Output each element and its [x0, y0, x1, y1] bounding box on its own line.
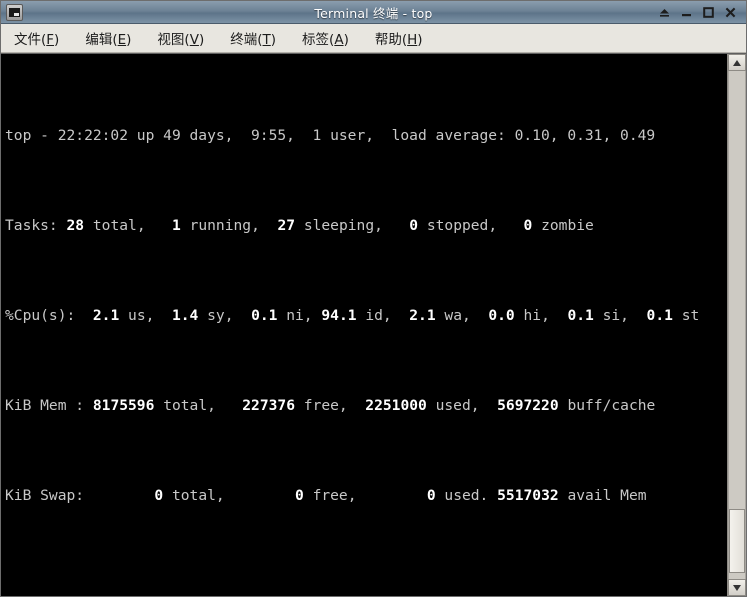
- swap-used: 0: [426, 486, 436, 504]
- swap-avail-label: avail Mem: [567, 486, 647, 504]
- swap-avail: 5517032: [497, 486, 559, 504]
- cpu-hi: 0.0: [488, 306, 515, 324]
- menu-help[interactable]: 帮助(H): [372, 26, 426, 50]
- menu-file-mnemonic: F: [46, 32, 55, 48]
- cpu-si: 0.1: [567, 306, 594, 324]
- close-button[interactable]: [724, 6, 737, 19]
- mem-label: KiB Mem :: [5, 396, 85, 414]
- mem-total-label: total,: [163, 396, 216, 414]
- cpu-line: %Cpu(s): 2.1 us, 1.4 sy, 0.1 ni, 94.1 id…: [5, 305, 727, 328]
- menu-terminal-mnemonic: T: [262, 32, 271, 48]
- menu-bar: 文件(F) 编辑(E) 视图(V) 终端(T) 标签(A) 帮助(H): [1, 24, 746, 53]
- tasks-zombie: 0: [523, 216, 533, 234]
- tasks-stopped: 0: [409, 216, 419, 234]
- scroll-down-button[interactable]: [728, 579, 746, 596]
- tasks-line: Tasks: 28 total, 1 running, 27 sleeping,…: [5, 215, 727, 238]
- cpu-ni-label: ni,: [286, 306, 313, 324]
- menu-terminal-text: 终端: [230, 32, 258, 48]
- menu-edit-mnemonic: E: [117, 32, 127, 48]
- cpu-id-label: id,: [365, 306, 392, 324]
- menu-tabs[interactable]: 标签(A): [299, 26, 352, 50]
- menu-view[interactable]: 视图(V): [154, 26, 207, 50]
- tasks-total-label: total,: [92, 216, 146, 234]
- chevron-up-icon: [733, 59, 741, 66]
- cpu-sy: 1.4: [171, 306, 199, 324]
- cpu-si-label: si,: [602, 306, 629, 324]
- menu-edit-text: 编辑: [85, 32, 113, 48]
- maximize-button[interactable]: [702, 6, 715, 19]
- swap-label: KiB Swap:: [5, 486, 85, 504]
- menu-view-text: 视图: [157, 32, 185, 48]
- scrollbar-track[interactable]: [728, 71, 746, 579]
- menu-file[interactable]: 文件(F): [11, 26, 62, 50]
- terminal-window: Terminal 终端 - top 文件(F) 编辑(E) 视图(V) 终端(T…: [0, 0, 747, 597]
- mem-used-label: used,: [435, 396, 480, 414]
- menu-tabs-mnemonic: A: [334, 32, 344, 48]
- cpu-wa-label: wa,: [444, 306, 471, 324]
- mem-buff-label: buff/cache: [567, 396, 656, 414]
- tasks-stopped-label: stopped,: [426, 216, 498, 234]
- cpu-st-label: st: [681, 306, 700, 324]
- window-title: Terminal 终端 - top: [314, 5, 433, 21]
- scrollbar-thumb[interactable]: [729, 509, 745, 573]
- menu-file-text: 文件: [14, 32, 41, 48]
- mem-total: 8175596: [92, 396, 155, 414]
- cpu-sy-label: sy,: [207, 306, 234, 324]
- swap-total: 0: [154, 486, 164, 504]
- top-uptime-line: top - 22:22:02 up 49 days, 9:55, 1 user,…: [5, 125, 727, 148]
- swap-free: 0: [294, 486, 304, 504]
- cpu-us-label: us,: [128, 306, 155, 324]
- cpu-wa: 2.1: [409, 306, 436, 324]
- mem-free: 227376: [242, 396, 295, 414]
- tasks-zombie-label: zombie: [541, 216, 594, 234]
- cpu-us: 2.1: [92, 306, 120, 324]
- cpu-hi-label: hi,: [523, 306, 550, 324]
- uptime-prefix: top -: [5, 126, 58, 144]
- terminal-output[interactable]: top - 22:22:02 up 49 days, 9:55, 1 user,…: [1, 54, 727, 596]
- cpu-ni: 0.1: [251, 306, 278, 324]
- menu-help-mnemonic: H: [407, 32, 418, 48]
- menu-tabs-text: 标签: [302, 32, 330, 48]
- mem-buff: 5697220: [497, 396, 559, 414]
- terminal-scrollbar[interactable]: [727, 54, 746, 596]
- minimize-button[interactable]: [680, 6, 693, 19]
- title-bar[interactable]: Terminal 终端 - top: [1, 1, 746, 24]
- tasks-total: 28: [66, 216, 85, 234]
- shade-button[interactable]: [658, 6, 671, 19]
- menu-help-text: 帮助: [374, 32, 402, 48]
- swap-used-label: used.: [444, 486, 489, 504]
- cpu-label: %Cpu(s):: [5, 306, 76, 324]
- mem-line: KiB Mem : 8175596 total, 227376 free, 22…: [5, 395, 727, 418]
- tasks-sleeping: 27: [277, 216, 296, 234]
- swap-total-label: total,: [171, 486, 225, 504]
- menu-terminal[interactable]: 终端(T): [227, 26, 279, 50]
- tasks-running-label: running,: [189, 216, 260, 234]
- menu-view-mnemonic: V: [189, 32, 199, 48]
- mem-used: 2251000: [365, 396, 427, 414]
- cpu-st: 0.1: [646, 306, 673, 324]
- scroll-up-button[interactable]: [728, 54, 746, 71]
- tasks-sleeping-label: sleeping,: [303, 216, 383, 234]
- terminal-area: top - 22:22:02 up 49 days, 9:55, 1 user,…: [1, 53, 746, 596]
- uptime-time: 22:22:02: [57, 126, 129, 144]
- mem-free-label: free,: [303, 396, 348, 414]
- swap-line: KiB Swap: 0 total, 0 free, 0 used. 55170…: [5, 485, 727, 508]
- window-controls: [658, 6, 742, 19]
- chevron-down-icon: [733, 584, 741, 591]
- tasks-label: Tasks:: [5, 216, 58, 234]
- swap-free-label: free,: [312, 486, 357, 504]
- tasks-running: 1: [171, 216, 181, 234]
- menu-edit[interactable]: 编辑(E): [82, 26, 134, 50]
- uptime-rest: up 49 days, 9:55, 1 user, load average: …: [128, 126, 656, 144]
- cpu-id: 94.1: [321, 306, 357, 324]
- terminal-icon: [6, 3, 23, 21]
